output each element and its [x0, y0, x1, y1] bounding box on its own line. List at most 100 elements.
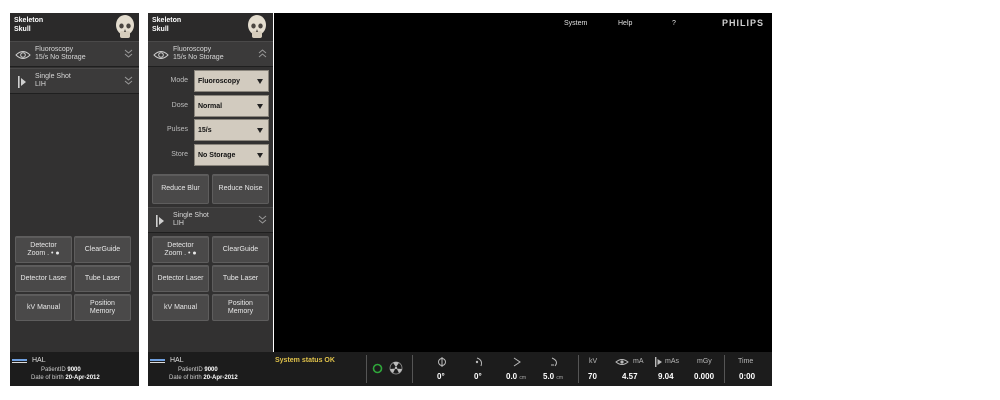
menu-help[interactable]: Help	[618, 20, 632, 27]
time-label: Time	[738, 358, 754, 365]
position-memory-label: Position	[90, 299, 115, 307]
position-1-value: 0.0 cm	[506, 372, 527, 381]
dose-label: Dose	[171, 102, 188, 109]
patient-table-icon	[12, 359, 27, 363]
patient-dob: Date of birth 20-Apr-2012	[31, 375, 100, 381]
mgy-value: 0.000	[694, 372, 715, 381]
position-2-value: 5.0 cm	[543, 372, 564, 381]
fluoro-subtitle: 15/s No Storage	[35, 54, 86, 61]
patient-id: PatientID 9000	[41, 367, 81, 373]
chevron-up-icon	[258, 49, 267, 58]
rotation-2-value: 0°	[474, 372, 482, 381]
mode-label: Mode	[170, 77, 188, 84]
position-memory-label-2: Memory	[227, 307, 254, 315]
chevron-down-icon	[124, 76, 133, 85]
menu-question[interactable]: ?	[672, 20, 676, 27]
single-shot-icon	[18, 76, 26, 88]
position-memory-label: Position	[228, 299, 253, 307]
eye-icon	[615, 359, 629, 365]
fluoroscopy-accordion[interactable]: Fluoroscopy 15/s No Storage	[148, 41, 273, 67]
clearguide-button[interactable]: ClearGuide	[212, 236, 269, 263]
patient-id: PatientID 9000	[178, 367, 218, 373]
dropdown-arrow-icon	[257, 128, 263, 133]
kv-value: 70	[588, 372, 597, 381]
pulses-value: 15/s	[198, 127, 212, 134]
single-shot-accordion[interactable]: Single Shot LIH	[10, 68, 139, 94]
menu-system[interactable]: System	[564, 20, 587, 27]
patient-dob: Date of birth 20-Apr-2012	[169, 375, 238, 381]
system-status: System status OK	[275, 357, 335, 364]
single-shot-subtitle: LIH	[173, 220, 184, 227]
dropdown-arrow-icon	[257, 153, 263, 158]
single-shot-title: Single Shot	[35, 73, 71, 80]
mgy-label: mGy	[697, 358, 712, 365]
mas-value: 9.04	[658, 372, 674, 381]
dropdown-arrow-icon	[257, 79, 263, 84]
dose-select[interactable]: Normal	[194, 95, 269, 117]
divider	[578, 355, 579, 383]
detector-zoom-label-2: Zoom . • ●	[27, 249, 60, 257]
detector-laser-button[interactable]: Detector Laser	[15, 265, 72, 292]
kv-manual-button[interactable]: kV Manual	[152, 294, 209, 321]
dropdown-arrow-icon	[257, 104, 263, 109]
mas-label: mAs	[665, 358, 679, 365]
kv-manual-button[interactable]: kV Manual	[15, 294, 72, 321]
detector-laser-button[interactable]: Detector Laser	[152, 265, 209, 292]
skull-icon	[116, 15, 134, 38]
exam-region: Skeleton	[152, 17, 182, 24]
fluoroscopy-accordion[interactable]: Fluoroscopy 15/s No Storage	[10, 41, 139, 67]
single-shot-accordion[interactable]: Single Shot LIH	[148, 207, 273, 233]
exam-region: Skeleton	[14, 17, 44, 24]
exam-protocol: Skull	[14, 26, 31, 33]
position-memory-button[interactable]: Position Memory	[212, 294, 269, 321]
detector-zoom-label: Detector	[30, 241, 57, 249]
detector-zoom-label: Detector	[167, 241, 194, 249]
kv-label: kV	[589, 358, 598, 365]
exam-protocol: Skull	[152, 26, 169, 33]
fluoro-title: Fluoroscopy	[173, 46, 212, 53]
rotation-icon	[438, 357, 446, 367]
detector-zoom-button[interactable]: Detector Zoom . • ●	[15, 236, 72, 263]
status-ok-ring-icon	[372, 363, 383, 374]
patient-table-icon	[150, 359, 165, 363]
fluoro-subtitle: 15/s No Storage	[173, 54, 224, 61]
patient-name: HAL	[170, 357, 184, 364]
position-memory-label-2: Memory	[89, 307, 116, 315]
tube-laser-button[interactable]: Tube Laser	[74, 265, 131, 292]
detector-zoom-button[interactable]: Detector Zoom . • ●	[152, 236, 209, 263]
divider	[366, 355, 367, 383]
time-value: 0:00	[739, 372, 756, 381]
fluoro-title: Fluoroscopy	[35, 46, 74, 53]
pulses-select[interactable]: 15/s	[194, 119, 269, 141]
store-value: No Storage	[198, 152, 236, 159]
chevron-down-icon	[258, 215, 267, 224]
angulation-icon	[475, 357, 482, 367]
eye-icon	[15, 51, 31, 59]
eye-icon	[153, 51, 169, 59]
patient-footer-left: HAL PatientID 9000 Date of birth 20-Apr-…	[10, 352, 139, 386]
detector-zoom-label-2: Zoom . • ●	[164, 249, 197, 257]
left-panel-expanded: Skeleton Skull Fluoroscopy 15/s No Stora…	[148, 13, 273, 386]
reduce-noise-button[interactable]: Reduce Noise	[212, 174, 269, 204]
status-footer: HAL PatientID 9000 Date of birth 20-Apr-…	[148, 352, 772, 386]
mode-value: Fluoroscopy	[198, 78, 241, 85]
left-panel-collapsed: Skeleton Skull Fluoroscopy 15/s No Stora…	[10, 13, 139, 386]
exam-header: Skeleton Skull	[10, 13, 139, 41]
position-memory-button[interactable]: Position Memory	[74, 294, 131, 321]
reduce-blur-button[interactable]: Reduce Blur	[152, 174, 209, 204]
tube-laser-button[interactable]: Tube Laser	[212, 265, 269, 292]
divider	[724, 355, 725, 383]
single-shot-title: Single Shot	[173, 212, 209, 219]
single-shot-icon	[156, 215, 164, 227]
patient-name: HAL	[32, 357, 46, 364]
store-select[interactable]: No Storage	[194, 144, 269, 166]
chevron-down-icon	[124, 49, 133, 58]
mode-select[interactable]: Fluoroscopy	[194, 70, 269, 92]
clearguide-button[interactable]: ClearGuide	[74, 236, 131, 263]
dose-value: Normal	[198, 103, 223, 110]
sid-icon	[551, 357, 557, 367]
rotation-1-value: 0°	[437, 372, 445, 381]
store-label: Store	[171, 151, 188, 158]
image-viewer[interactable]: System Help ? PHILIPS	[274, 13, 772, 352]
skull-icon	[248, 15, 266, 38]
